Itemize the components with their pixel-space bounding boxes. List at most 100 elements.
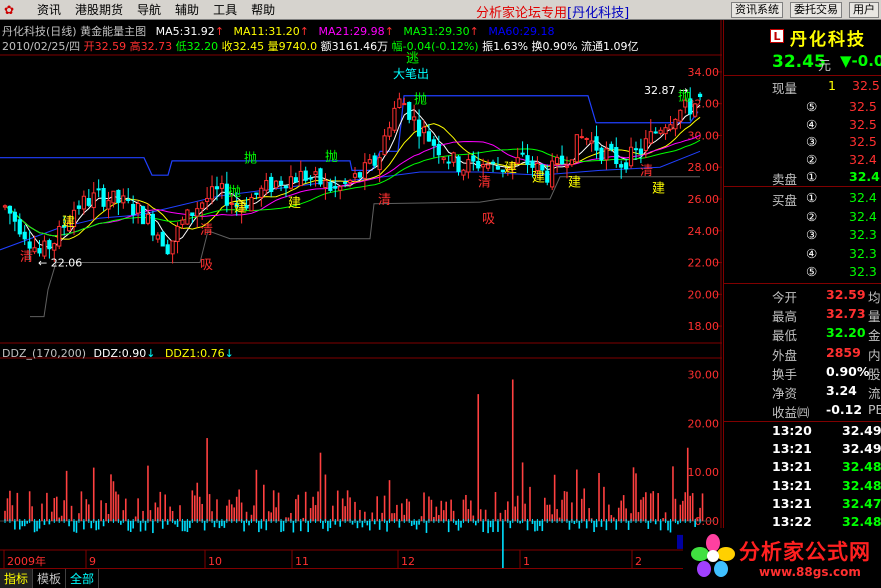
signal-mark: 建 (532, 171, 545, 186)
candle-body (76, 205, 82, 209)
candle-body (42, 240, 47, 257)
user-button[interactable]: 用户 (849, 2, 879, 18)
buy-row: ⑤ 32.3 (724, 264, 881, 282)
candle-body (495, 166, 501, 170)
float-label: 流通1.09亿 (580, 40, 639, 53)
tab-template[interactable]: 模板 (33, 569, 67, 588)
trade-button[interactable]: 委托交易 (790, 2, 842, 18)
ma11-line (4, 116, 701, 240)
candle-body (288, 176, 294, 189)
tick-price: 32.47 (842, 495, 881, 511)
candle-body (673, 118, 678, 130)
candle-body (293, 177, 298, 183)
candle-body (653, 131, 658, 134)
menu-item-help[interactable]: 帮助 (244, 1, 282, 18)
sell-row: 卖盘 ① 32.4 (724, 169, 881, 187)
stock-title: [丹化科技] (567, 6, 630, 21)
stat-row: 今开 32.59 均 (724, 287, 881, 305)
buy-level: ① (806, 190, 818, 205)
signal-mark: 清 (378, 193, 391, 208)
buy-label: 买盘 (772, 193, 798, 208)
menu-item-news[interactable]: 资讯 (30, 1, 68, 18)
current-vol-price: 32.5 (852, 78, 880, 93)
stat-row: 最高 32.73 量 (724, 306, 881, 324)
candle-body (328, 182, 333, 191)
candle-body (126, 198, 131, 201)
sell-price: 32.4 (849, 169, 880, 184)
brand-watermark: 分析家公式网 www.88gs.com (683, 528, 881, 588)
candle-body (594, 136, 599, 151)
candle-body (451, 152, 456, 163)
sell-row: ⑤ 32.5 (724, 99, 881, 117)
tick-time: 13:21 (772, 459, 812, 475)
menu-item-tools[interactable]: 工具 (206, 1, 244, 18)
price-unit: 元 (818, 59, 832, 74)
menu-item-navigation[interactable]: 导航 (130, 1, 168, 18)
candle-body (416, 119, 422, 137)
app-logo-icon: ✿ (4, 2, 15, 17)
menu-item-hk-futures[interactable]: 港股期货 (68, 1, 130, 18)
candle-body (426, 131, 432, 142)
candle-body (609, 143, 614, 150)
candle-body (81, 195, 86, 210)
high-label: 高32.73 (129, 40, 173, 53)
ma60-label: MA60:29.18 (488, 25, 555, 38)
buy-price: 32.3 (849, 264, 877, 279)
brand-name: 分析家公式网 (739, 540, 871, 564)
candle-body (106, 200, 111, 210)
stat-row: 净资 3.24 流 (724, 383, 881, 401)
candle-body (436, 143, 441, 156)
buy-price: 32.3 (849, 227, 877, 242)
candle-body (278, 180, 284, 186)
signal-mark: 建 (62, 215, 75, 230)
tab-all[interactable]: 全部 (66, 569, 100, 588)
candle-body (131, 203, 136, 216)
candle-body (579, 136, 584, 139)
candle-body (633, 148, 639, 151)
buy-row: ③ 32.3 (724, 227, 881, 245)
candle-body (540, 164, 545, 171)
buy-level: ④ (806, 245, 818, 261)
stat-value: 3.24 (826, 383, 857, 398)
sell-price: 32.5 (849, 116, 877, 132)
tab-indicator[interactable]: 指标 (0, 569, 34, 588)
candle-body (357, 172, 363, 178)
menu-item-assist[interactable]: 辅助 (168, 1, 206, 18)
buy-price: 32.4 (849, 190, 877, 205)
candle-body (22, 231, 27, 240)
price-row: 32.45 元 ▼-0.0 (724, 52, 881, 74)
signal-mark: 吸 (200, 258, 213, 273)
buy-row: 买盘 ① 32.4 (724, 190, 881, 208)
signal-mark: 清 (640, 164, 653, 179)
candle-body (180, 219, 185, 225)
candle-body (574, 134, 579, 163)
ma21-label: MA21:29.98 (318, 25, 385, 38)
chart-area[interactable]: 34.00 32.00 30.00 28.00 26.00 24.00 22.00 20.00… (0, 20, 722, 568)
price-tick-label: 28.00 (688, 161, 720, 174)
price-tick-label: 24.00 (688, 225, 720, 238)
signal-mark: 建 (288, 196, 301, 211)
candle-body (298, 170, 303, 187)
signal-mark: 建 (234, 201, 247, 216)
ma-header: 丹化科技(日线) 黄金能量主图 MA5:31.92↑ MA11:31.20↑ M… (2, 25, 555, 38)
signal-mark: 抛 (325, 150, 338, 165)
top-signal-label: 大笔出 (393, 66, 429, 81)
stock-name: 丹化科技 (790, 30, 866, 50)
candle-body (338, 186, 343, 191)
turnover-label: 换0.90% (531, 40, 578, 53)
candle-body (619, 164, 624, 168)
stat-row: 外盘 2859 内 (724, 345, 881, 363)
candle-body (559, 155, 565, 165)
sell-level: ② (806, 151, 818, 167)
candle-body (170, 240, 175, 255)
candle-body (367, 159, 372, 164)
buy-level: ⑤ (806, 264, 818, 279)
info-system-button[interactable]: 资讯系统 (731, 2, 783, 18)
tick-time: 13:20 (772, 423, 812, 438)
candle-body (693, 103, 698, 117)
price-tick-label: 34.00 (688, 66, 720, 79)
candle-body (604, 148, 609, 161)
candle-body (195, 208, 200, 217)
tick-row: 13:21 32.49 (724, 441, 881, 459)
kline-chart[interactable]: 34.0032.0030.0028.0026.0024.0022.0020.00… (0, 20, 722, 568)
